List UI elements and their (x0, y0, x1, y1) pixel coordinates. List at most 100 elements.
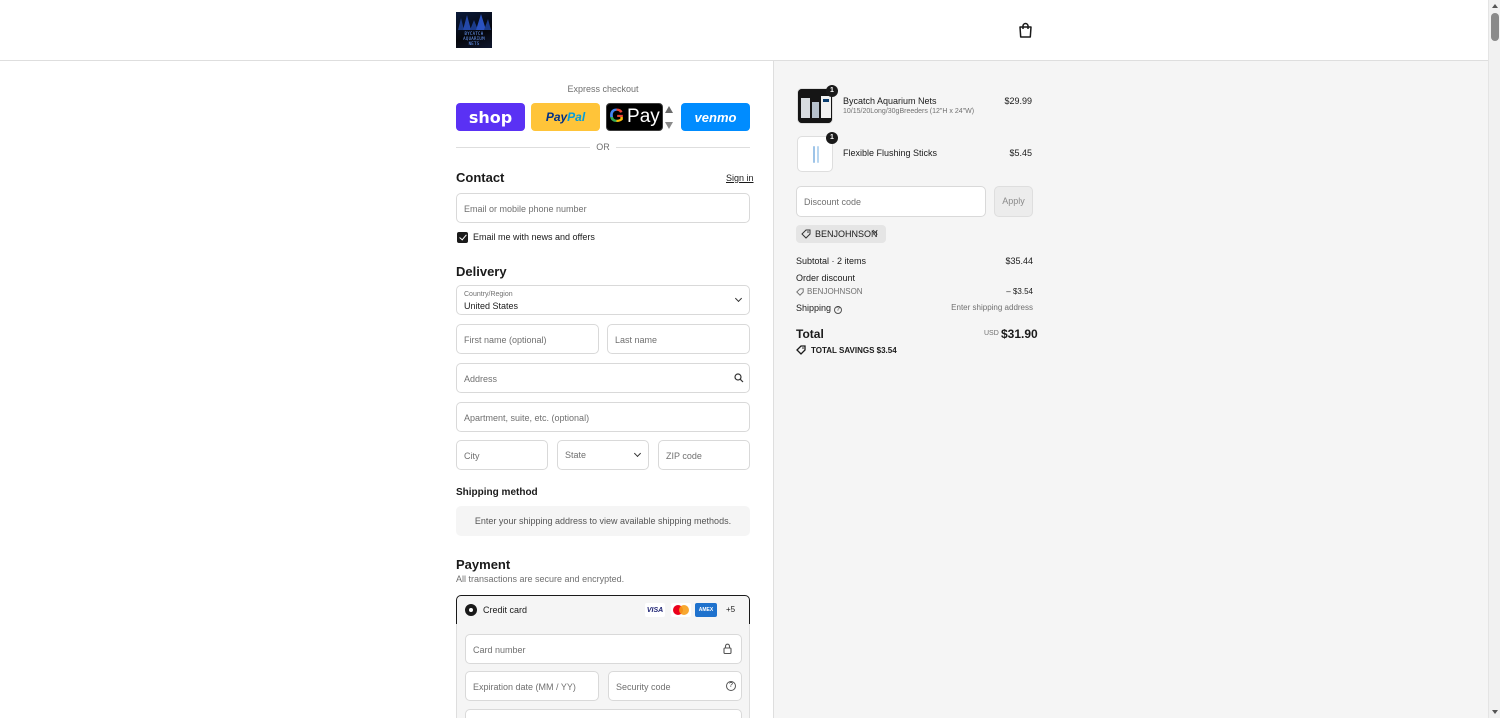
item-name: Bycatch Aquarium Nets (843, 96, 937, 106)
discount-code-placeholder: Discount code (804, 197, 862, 207)
quantity-badge: 1 (826, 85, 838, 97)
name-on-card-field[interactable] (465, 709, 742, 718)
country-label: Country/Region (464, 291, 513, 298)
or-line-right (616, 147, 750, 148)
total-label: Total (796, 327, 824, 341)
zip-placeholder: ZIP code (666, 451, 702, 461)
shipping-method-heading: Shipping method (456, 487, 538, 498)
mastercard-orange-circle (679, 605, 689, 615)
payment-subtitle: All transactions are secure and encrypte… (456, 574, 625, 584)
news-offers-checkbox[interactable] (457, 232, 468, 243)
first-name-field[interactable]: First name (optional) (456, 324, 599, 354)
remove-discount-icon[interactable]: × (872, 227, 878, 239)
visa-icon: VISA (645, 603, 665, 617)
logo-line-3: NETS (468, 41, 480, 46)
tag-icon (796, 288, 804, 296)
subtotal-label: Subtotal · 2 items (796, 256, 867, 266)
sign-in-link[interactable]: Sign in (726, 173, 754, 183)
discount-amount: – $3.54 (1006, 287, 1033, 296)
item-price: $29.99 (1004, 96, 1032, 106)
search-icon (734, 373, 744, 383)
paypal-button[interactable]: Pay Pal (531, 103, 600, 131)
help-icon[interactable]: ? (834, 306, 843, 314)
applied-discount-chip: BENJOHNSON × (796, 225, 886, 243)
subtotal-row: Subtotal · 2 items $35.44 (796, 256, 1033, 266)
security-code-field[interactable]: Security code ? (608, 671, 742, 701)
order-discount-row: Order discount (796, 273, 1033, 283)
shop-pay-button[interactable]: shop (456, 103, 525, 131)
apartment-field[interactable]: Apartment, suite, etc. (optional) (456, 402, 750, 432)
country-value: United States (464, 301, 519, 311)
express-next-arrow-icon[interactable] (665, 122, 673, 129)
zip-field[interactable]: ZIP code (658, 440, 750, 470)
expiration-placeholder: Expiration date (MM / YY) (473, 682, 576, 692)
subtotal-value: $35.44 (1005, 256, 1033, 266)
item-price: $5.45 (1009, 148, 1032, 158)
shopping-bag-icon[interactable] (1018, 22, 1033, 38)
shipping-row: Shipping? Enter shipping address (796, 303, 1033, 314)
shipping-value: Enter shipping address (951, 303, 1033, 312)
contact-heading: Contact (456, 170, 505, 185)
mastercard-icon (671, 603, 691, 617)
more-card-brands-count: +5 (726, 605, 736, 614)
or-divider: OR (456, 141, 750, 153)
chevron-down-icon (633, 449, 642, 458)
google-pay-label: Pay (627, 106, 660, 127)
delivery-heading: Delivery (456, 264, 507, 279)
scroll-down-arrow-icon[interactable] (1492, 710, 1498, 714)
scroll-up-arrow-icon[interactable] (1492, 4, 1498, 8)
help-icon[interactable]: ? (726, 681, 736, 691)
total-savings-text: TOTAL SAVINGS $3.54 (811, 346, 897, 355)
discount-code-field[interactable]: Discount code (796, 186, 986, 217)
email-placeholder: Email or mobile phone number (464, 204, 587, 214)
address-placeholder: Address (464, 374, 498, 384)
applied-discount-code: BENJOHNSON (815, 229, 878, 239)
apply-discount-button[interactable]: Apply (994, 186, 1033, 217)
credit-card-radio[interactable] (465, 604, 477, 616)
last-name-placeholder: Last name (615, 335, 658, 345)
chevron-down-icon (734, 294, 743, 303)
venmo-label: venmo (694, 109, 737, 125)
email-field[interactable]: Email or mobile phone number (456, 193, 750, 223)
country-select[interactable]: Country/Region United States (456, 285, 750, 315)
credit-card-option[interactable]: Credit card VISA AMEX +5 (456, 595, 750, 625)
store-logo[interactable]: BYCATCH AQUARIUM NETS (456, 12, 492, 48)
page-scrollbar[interactable] (1488, 0, 1500, 718)
item-variant: 10/15/20Long/30gBreeders (12"H x 24"W) (843, 108, 975, 115)
venmo-button[interactable]: venmo (681, 103, 750, 131)
google-pay-button[interactable]: G Pay (606, 103, 663, 131)
amex-icon: AMEX (695, 603, 717, 617)
shipping-method-notice: Enter your shipping address to view avai… (456, 506, 750, 536)
tag-icon (801, 229, 811, 239)
lock-icon (723, 643, 732, 654)
security-code-placeholder: Security code (616, 682, 671, 692)
shipping-label: Shipping (796, 303, 832, 313)
city-field[interactable]: City (456, 440, 548, 470)
express-checkout-label: Express checkout (567, 84, 639, 94)
tag-icon (796, 345, 806, 355)
payment-heading: Payment (456, 557, 511, 572)
state-select[interactable]: State (557, 440, 649, 470)
item-name: Flexible Flushing Sticks (843, 148, 938, 158)
google-g-icon: G (609, 106, 625, 127)
order-summary-panel (773, 61, 1488, 718)
expiration-field[interactable]: Expiration date (MM / YY) (465, 671, 599, 701)
paypal-label-a: Pay (545, 110, 568, 124)
first-name-placeholder: First name (optional) (464, 335, 547, 345)
quantity-badge: 1 (826, 132, 838, 144)
scroll-thumb[interactable] (1491, 13, 1499, 41)
address-field[interactable]: Address (456, 363, 750, 393)
order-discount-label: Order discount (796, 273, 856, 283)
state-placeholder: State (565, 450, 587, 460)
apartment-placeholder: Apartment, suite, etc. (optional) (464, 413, 590, 423)
discount-code-name: BENJOHNSON (807, 287, 863, 296)
paypal-label-b: Pal (567, 110, 586, 124)
express-prev-arrow-icon[interactable] (665, 106, 673, 113)
news-offers-label: Email me with news and offers (473, 232, 595, 242)
card-number-placeholder: Card number (473, 645, 526, 655)
last-name-field[interactable]: Last name (607, 324, 750, 354)
credit-card-form: Card number Expiration date (MM / YY) Se… (456, 624, 750, 718)
shop-pay-label: shop (468, 107, 513, 127)
city-placeholder: City (464, 451, 480, 461)
card-number-field[interactable]: Card number (465, 634, 742, 664)
